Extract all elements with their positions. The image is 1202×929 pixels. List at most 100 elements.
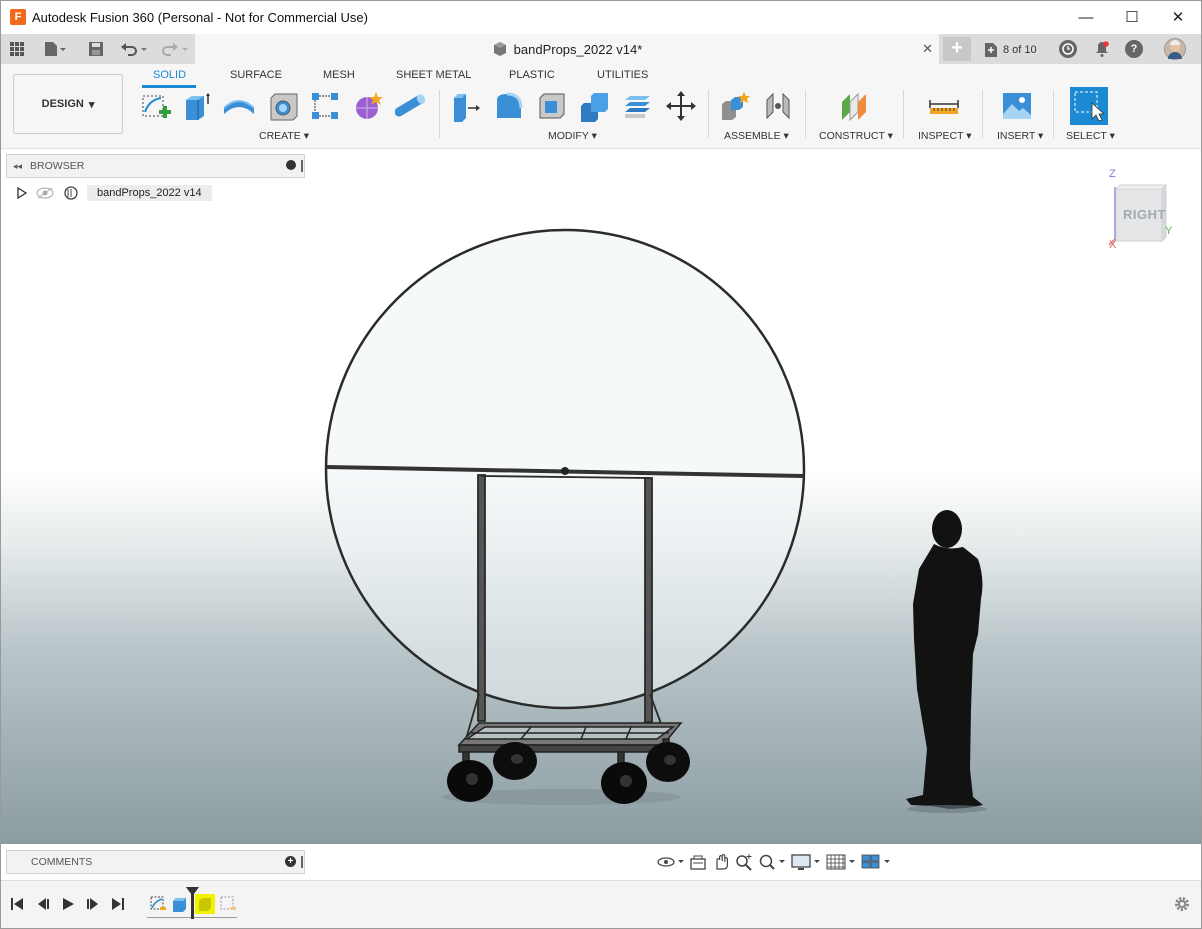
tab-plastic[interactable]: PLASTIC xyxy=(509,69,555,81)
circular-frame[interactable] xyxy=(324,228,806,710)
modify-group-label[interactable]: MODIFY ▾ xyxy=(548,130,597,142)
inspect-group-label[interactable]: INSPECT ▾ xyxy=(918,130,972,142)
measure-icon[interactable] xyxy=(927,89,961,123)
close-window-button[interactable]: ✕ xyxy=(1155,1,1201,33)
pattern-icon[interactable] xyxy=(308,89,342,123)
user-avatar[interactable] xyxy=(1164,38,1186,60)
view-cube[interactable]: RIGHT Z Y X xyxy=(1105,168,1175,251)
document-tab[interactable]: bandProps_2022 v14* ✕ xyxy=(195,34,939,64)
timeline-extrude-icon[interactable] xyxy=(171,895,189,913)
create-group-label[interactable]: CREATE ▾ xyxy=(259,130,309,142)
move-icon[interactable] xyxy=(664,89,698,123)
document-tab-bar: bandProps_2022 v14* ✕ + 8 of 10 ? xyxy=(1,34,1201,64)
press-pull-icon[interactable] xyxy=(449,89,483,123)
step-back-icon[interactable] xyxy=(35,895,51,913)
redo-icon[interactable] xyxy=(161,39,191,59)
assemble-group-label[interactable]: ASSEMBLE ▾ xyxy=(724,130,789,142)
step-forward-icon[interactable] xyxy=(85,895,101,913)
timeline-track[interactable] xyxy=(147,887,239,923)
orbit-icon[interactable] xyxy=(656,853,684,871)
help-button[interactable]: ? xyxy=(1125,40,1143,58)
workspace-label: DESIGN xyxy=(41,98,84,110)
pipe-icon[interactable] xyxy=(395,89,429,123)
tab-solid[interactable]: SOLID xyxy=(153,69,186,81)
shell-icon[interactable] xyxy=(535,89,569,123)
offset-face-icon[interactable] xyxy=(621,89,655,123)
document-title: bandProps_2022 v14* xyxy=(513,41,643,57)
insert-group-label[interactable]: INSERT ▾ xyxy=(997,130,1043,142)
toolbar-divider xyxy=(708,90,709,138)
browser-options-icon[interactable] xyxy=(286,160,296,170)
fillet-icon[interactable] xyxy=(492,89,526,123)
workspace-selector[interactable]: DESIGN ▾ xyxy=(13,74,123,134)
model-scene[interactable] xyxy=(1,149,1201,844)
look-at-icon[interactable] xyxy=(689,853,707,871)
toolbar-divider xyxy=(805,90,806,138)
minimize-button[interactable]: — xyxy=(1063,1,1109,33)
app-grid-icon[interactable] xyxy=(9,39,25,59)
timeline-highlighted-feature[interactable] xyxy=(195,894,215,914)
axis-y-label: Y xyxy=(1165,225,1173,237)
pan-hand-icon[interactable] xyxy=(712,853,730,871)
comments-title: COMMENTS xyxy=(31,856,93,868)
panel-drag-handle[interactable] xyxy=(301,160,303,172)
version-indicator[interactable]: 8 of 10 xyxy=(983,42,1037,58)
timeline-sketch-icon[interactable] xyxy=(149,895,167,913)
revolve-icon[interactable] xyxy=(222,89,256,123)
file-menu-icon[interactable] xyxy=(43,39,67,59)
extrude-icon[interactable] xyxy=(179,89,213,123)
view-cube-face-label[interactable]: RIGHT xyxy=(1123,207,1166,222)
bell-icon[interactable] xyxy=(1093,39,1111,59)
fusion-logo-icon: F xyxy=(10,9,26,25)
viewports-icon[interactable] xyxy=(861,853,891,871)
undo-icon[interactable] xyxy=(120,39,150,59)
tab-utilities[interactable]: UTILITIES xyxy=(597,69,648,81)
active-tab-indicator xyxy=(142,85,196,88)
add-comment-button[interactable]: + xyxy=(285,856,296,867)
create-form-icon[interactable] xyxy=(351,89,385,123)
tab-sheet-metal[interactable]: SHEET METAL xyxy=(396,69,471,81)
timeline-settings-gear-icon[interactable] xyxy=(1173,895,1191,916)
clock-icon[interactable] xyxy=(1059,40,1077,58)
new-component-icon[interactable] xyxy=(718,89,752,123)
zoom-window-icon[interactable] xyxy=(758,853,786,871)
panel-drag-handle[interactable] xyxy=(301,856,303,868)
grid-settings-icon[interactable] xyxy=(826,853,856,871)
axis-x-label: X xyxy=(1109,239,1117,251)
toolbar-divider xyxy=(439,90,440,138)
timeline-bar xyxy=(1,880,1201,928)
go-to-start-icon[interactable] xyxy=(9,895,25,913)
expand-triangle-icon[interactable] xyxy=(17,187,27,199)
browser-root-item[interactable]: bandProps_2022 v14 xyxy=(17,183,212,203)
close-tab-button[interactable]: ✕ xyxy=(922,41,933,57)
browser-title: BROWSER xyxy=(30,160,85,172)
activate-component-icon[interactable] xyxy=(63,185,79,201)
play-icon[interactable] xyxy=(60,895,76,913)
hole-icon[interactable] xyxy=(266,89,300,123)
offset-plane-icon[interactable] xyxy=(837,89,871,123)
construct-group-label[interactable]: CONSTRUCT ▾ xyxy=(819,130,893,142)
zoom-icon[interactable] xyxy=(735,853,753,871)
visibility-eye-icon[interactable] xyxy=(35,186,55,200)
3d-viewport[interactable]: ◂◂ BROWSER bandProps_2022 v14 RIGHT Z Y xyxy=(1,149,1201,844)
tab-surface[interactable]: SURFACE xyxy=(230,69,282,81)
joint-icon[interactable] xyxy=(761,89,795,123)
select-icon[interactable] xyxy=(1070,87,1108,125)
select-group-label[interactable]: SELECT ▾ xyxy=(1066,130,1115,142)
combine-icon[interactable] xyxy=(578,89,612,123)
display-settings-icon[interactable] xyxy=(791,853,821,871)
comments-panel[interactable]: COMMENTS + xyxy=(6,850,305,874)
maximize-button[interactable]: ☐ xyxy=(1109,1,1155,33)
create-sketch-icon[interactable] xyxy=(138,89,172,123)
human-scale-figure[interactable] xyxy=(906,510,987,813)
insert-image-icon[interactable] xyxy=(1000,89,1034,123)
go-to-end-icon[interactable] xyxy=(110,895,126,913)
save-icon[interactable] xyxy=(88,39,104,59)
collapse-browser-icon[interactable]: ◂◂ xyxy=(13,161,22,172)
browser-item-label[interactable]: bandProps_2022 v14 xyxy=(87,185,212,201)
title-bar: F Autodesk Fusion 360 (Personal - Not fo… xyxy=(1,1,1201,33)
timeline-sketch-icon[interactable] xyxy=(219,895,237,913)
browser-panel-header[interactable]: ◂◂ BROWSER xyxy=(6,154,305,178)
tab-mesh[interactable]: MESH xyxy=(323,69,355,81)
new-tab-button[interactable]: + xyxy=(943,37,971,61)
